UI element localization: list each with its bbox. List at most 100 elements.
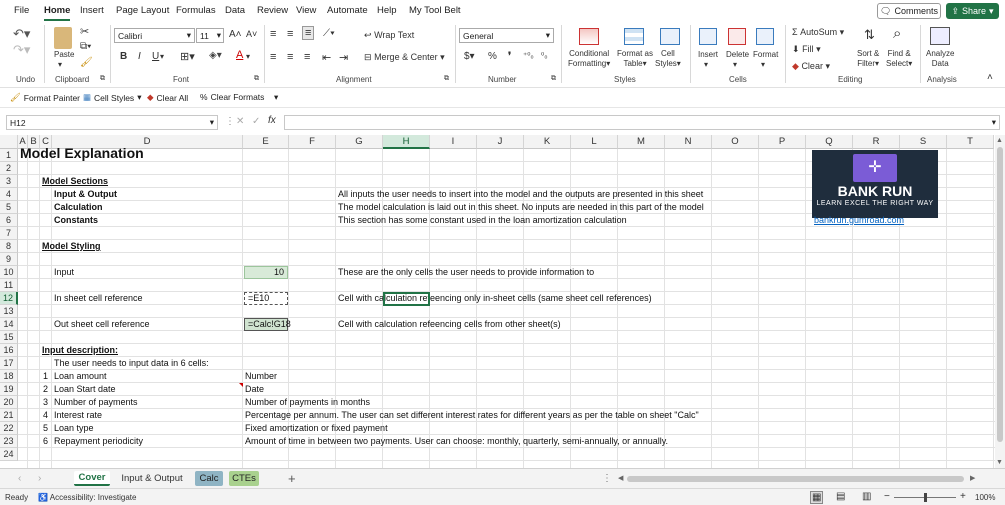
column-header-o[interactable]: O (712, 135, 759, 149)
column-header-r[interactable]: R (853, 135, 900, 149)
column-header-f[interactable]: F (289, 135, 336, 149)
redo-icon[interactable]: ↷▾ (13, 42, 30, 58)
row-header-16[interactable]: 16 (0, 344, 18, 357)
row-header-8[interactable]: 8 (0, 240, 18, 253)
row-header-13[interactable]: 13 (0, 305, 18, 318)
bold-button[interactable]: B (120, 51, 127, 62)
insert-function-button[interactable]: fx (268, 115, 276, 126)
styling-sample-cell[interactable]: =E10 (244, 292, 288, 305)
comment-indicator-icon[interactable] (239, 383, 243, 387)
find-select-button[interactable]: Find & Select▾ (886, 49, 912, 69)
column-header-n[interactable]: N (665, 135, 712, 149)
increase-font-icon[interactable]: A˄ (229, 29, 242, 40)
copy-icon[interactable]: ⧉▾ (80, 41, 91, 52)
cell-styles-icon[interactable] (660, 28, 680, 45)
row-header-15[interactable]: 15 (0, 331, 18, 344)
paste-button[interactable]: Paste (54, 50, 74, 59)
tab-next-icon[interactable]: › (38, 473, 41, 484)
sort-filter-button[interactable]: Sort & Filter▾ (857, 49, 879, 69)
row-header-5[interactable]: 5 (0, 201, 18, 214)
bankrun-link[interactable]: bankrun.gumroad.com (814, 214, 904, 227)
insert-cells-button[interactable]: Insert (698, 50, 718, 59)
row-header-1[interactable]: 1 (0, 149, 18, 162)
row-header-11[interactable]: 11 (0, 279, 18, 292)
column-header-t[interactable]: T (947, 135, 994, 149)
menu-file[interactable]: File (14, 5, 29, 16)
dialog-launcher-icon[interactable]: ⧉ (100, 75, 105, 83)
row-header-23[interactable]: 23 (0, 435, 18, 448)
normal-view-icon[interactable]: ▦ (810, 491, 824, 504)
share-button[interactable]: ⇪ Share ▾ (946, 3, 999, 19)
column-header-q[interactable]: Q (806, 135, 853, 149)
menu-page-layout[interactable]: Page Layout (116, 5, 169, 16)
decrease-indent-icon[interactable]: ⇤ (322, 51, 331, 64)
chevron-down-icon[interactable]: ▾ (733, 60, 737, 69)
column-header-i[interactable]: I (430, 135, 477, 149)
menu-view[interactable]: View (296, 5, 316, 16)
dialog-launcher-icon[interactable]: ⧉ (444, 75, 449, 83)
format-cells-icon[interactable] (756, 28, 774, 45)
currency-icon[interactable]: $▾ (464, 51, 475, 62)
delete-cells-button[interactable]: Delete (726, 50, 749, 59)
delete-cells-icon[interactable] (728, 28, 746, 45)
increase-decimal-icon[interactable]: ⁺⁰₀ (523, 51, 534, 60)
name-box[interactable]: H12 ▾ (6, 115, 218, 130)
column-header-m[interactable]: M (618, 135, 665, 149)
clear-all-quick[interactable]: ◆ Clear All (147, 92, 188, 103)
zoom-in-icon[interactable]: + (960, 491, 966, 502)
scroll-right-icon[interactable]: ▶ (970, 474, 975, 482)
analyze-data-icon[interactable] (930, 27, 950, 45)
zoom-level[interactable]: 100% (975, 493, 995, 502)
row-header-24[interactable]: 24 (0, 448, 18, 461)
search-icon[interactable]: ⌕ (893, 25, 901, 42)
column-header-g[interactable]: G (336, 135, 383, 149)
comma-style-icon[interactable]: ❜ (508, 51, 511, 62)
conditional-formatting-icon[interactable] (579, 28, 599, 45)
column-header-p[interactable]: P (759, 135, 806, 149)
menu-formulas[interactable]: Formulas (176, 5, 216, 16)
format-painter-quick[interactable]: 🖌 Format Painter (10, 92, 80, 103)
italic-button[interactable]: I (138, 51, 141, 62)
cell-styles-quick[interactable]: ▦ Cell Styles ▾ (83, 92, 141, 103)
insert-cells-icon[interactable] (699, 28, 717, 45)
tab-prev-icon[interactable]: ‹ (18, 473, 21, 484)
clear-button[interactable]: ◆ Clear ▾ (792, 61, 830, 72)
undo-icon[interactable]: ↶▾ (13, 26, 30, 42)
column-header-s[interactable]: S (900, 135, 947, 149)
tab-cover[interactable]: Cover (74, 471, 110, 486)
paste-icon[interactable] (54, 27, 72, 49)
tab-input-output[interactable]: Input & Output (114, 471, 190, 486)
align-left-icon[interactable]: ≡ (270, 51, 276, 63)
row-header-19[interactable]: 19 (0, 383, 18, 396)
font-name-select[interactable]: Calibri ▾ (114, 28, 195, 43)
horizontal-scroll-thumb[interactable] (627, 476, 964, 482)
menu-home[interactable]: Home (44, 5, 71, 21)
underline-button[interactable]: U (152, 51, 159, 62)
column-header-l[interactable]: L (571, 135, 618, 149)
format-painter-icon[interactable]: 🖌 (80, 57, 93, 68)
column-header-e[interactable]: E (243, 135, 289, 149)
collapse-ribbon-icon[interactable]: ˄ (987, 72, 993, 83)
enter-icon[interactable]: ✓ (252, 116, 260, 127)
wrap-text-button[interactable]: ↩ Wrap Text (364, 30, 414, 41)
chevron-down-icon[interactable]: ▾ (761, 60, 765, 69)
row-header-4[interactable]: 4 (0, 188, 18, 201)
page-layout-view-icon[interactable]: ▤ (836, 491, 845, 502)
zoom-slider-thumb[interactable] (924, 493, 927, 502)
accessibility-status[interactable]: ♿ Accessibility: Investigate (38, 493, 136, 502)
row-header-9[interactable]: 9 (0, 253, 18, 266)
chevron-down-icon[interactable]: ▾ (160, 52, 164, 61)
font-color-icon[interactable]: A (236, 49, 243, 61)
cancel-icon[interactable]: ✕ (236, 116, 244, 127)
select-all-corner[interactable] (0, 135, 18, 149)
active-cell-selection[interactable] (383, 292, 430, 306)
orientation-icon[interactable]: ⟋▾ (323, 28, 335, 39)
analyze-data-button[interactable]: Analyze Data (926, 49, 954, 69)
format-as-table-icon[interactable] (624, 28, 644, 45)
more-options-icon[interactable]: ⋮ (225, 116, 235, 127)
customize-toolbar-icon[interactable]: ▾ (274, 92, 278, 103)
scroll-up-icon[interactable]: ▲ (996, 137, 1003, 144)
more-tabs-icon[interactable]: ⋮ (602, 473, 612, 484)
row-header-6[interactable]: 6 (0, 214, 18, 227)
styling-sample-cell[interactable]: =Calc!G18 (244, 318, 291, 331)
